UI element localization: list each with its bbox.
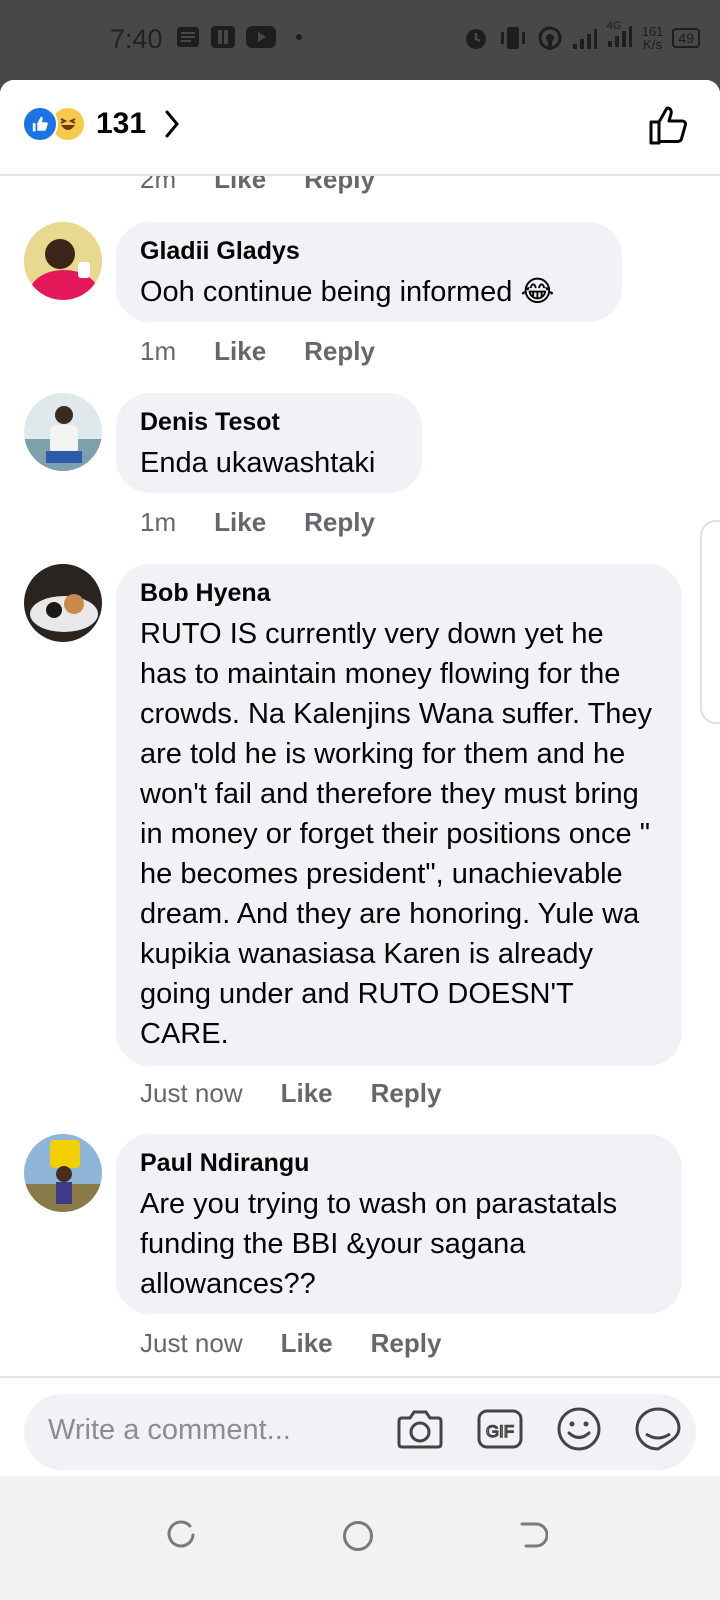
comment-list: 2m Like Reply Gladii Gladys Ooh continue…: [0, 174, 720, 1476]
comment-meta: Just now Like Reply: [140, 1078, 441, 1109]
signal-icon: [572, 28, 597, 49]
comment-time: 1m: [140, 507, 177, 537]
like-post-icon[interactable]: [648, 104, 690, 146]
like-link[interactable]: Like: [214, 507, 266, 538]
like-icon: [22, 106, 58, 142]
notification-news-icon: [177, 27, 199, 47]
network-type: 4G: [606, 20, 622, 32]
avatar[interactable]: [24, 564, 102, 642]
comment-time: 1m: [140, 336, 177, 366]
comment-bubble: Denis Tesot Enda ukawashtaki: [116, 393, 422, 493]
status-bar: 7:40 4G 161 K/s 49: [0, 0, 720, 80]
comment-time: Just now: [140, 1078, 243, 1108]
vibrate-icon: [500, 26, 525, 49]
comment-bubble: Paul Ndirangu Are you trying to wash on …: [116, 1134, 682, 1314]
comment-author[interactable]: Denis Tesot: [140, 407, 398, 437]
comment-meta: 1m Like Reply: [140, 336, 375, 367]
recents-icon[interactable]: [166, 1520, 196, 1550]
comment-author[interactable]: Gladii Gladys: [140, 236, 598, 266]
avatar[interactable]: [24, 1134, 102, 1212]
comment-meta: 1m Like Reply: [140, 507, 375, 538]
home-icon[interactable]: [342, 1520, 374, 1552]
camera-icon[interactable]: [396, 1406, 444, 1452]
comment-author[interactable]: Bob Hyena: [140, 578, 658, 608]
comment-text: Ooh continue being informed 😂: [140, 276, 555, 308]
comment-author[interactable]: Paul Ndirangu: [140, 1148, 658, 1178]
reply-link[interactable]: Reply: [371, 1078, 442, 1109]
comment-meta: Just now Like Reply: [140, 1328, 441, 1359]
alarm-icon: [465, 28, 486, 49]
net-speed: 161 K/s: [641, 23, 664, 52]
system-nav-bar: [0, 1476, 720, 1600]
youtube-icon: [246, 26, 276, 48]
back-icon[interactable]: [518, 1520, 548, 1550]
like-link[interactable]: Like: [214, 174, 266, 195]
sticker-icon[interactable]: [634, 1406, 682, 1452]
comment-composer: Write a comment... GIF: [0, 1376, 720, 1478]
chevron-right-icon: [165, 110, 180, 138]
avatar[interactable]: [24, 393, 102, 471]
comment-meta: 2m Like Reply: [140, 174, 375, 195]
more-notifications-dot: [296, 34, 302, 40]
side-panel-handle[interactable]: [700, 520, 720, 724]
comment-bubble: Gladii Gladys Ooh continue being informe…: [116, 222, 622, 322]
gif-icon[interactable]: GIF: [476, 1406, 524, 1452]
like-link[interactable]: Like: [214, 336, 266, 367]
reply-link[interactable]: Reply: [304, 507, 375, 538]
comment-text: Enda ukawashtaki: [140, 447, 376, 479]
battery-indicator: 49: [672, 27, 700, 48]
emoji-icon[interactable]: [556, 1406, 602, 1452]
comment-input-placeholder: Write a comment...: [48, 1414, 291, 1446]
comments-sheet: 131 2m Like Reply Gladii Gladys Ooh cont…: [0, 80, 720, 1600]
comment-bubble: Bob Hyena RUTO IS currently very down ye…: [116, 564, 682, 1066]
avatar[interactable]: [24, 222, 102, 300]
reply-link[interactable]: Reply: [304, 336, 375, 367]
like-link[interactable]: Like: [281, 1078, 333, 1109]
comment-text: RUTO IS currently very down yet he has t…: [140, 618, 653, 1050]
reactions-summary[interactable]: 131: [22, 106, 180, 142]
hotspot-icon: [538, 26, 562, 50]
notification-app-icon: [211, 26, 235, 48]
sheet-header: 131: [0, 80, 720, 176]
comment-text: Are you trying to wash on parastatals fu…: [140, 1188, 618, 1300]
reply-link[interactable]: Reply: [371, 1328, 442, 1359]
reaction-count: 131: [96, 107, 147, 140]
comment-time: 2m: [140, 174, 177, 194]
comment-time: Just now: [140, 1328, 243, 1358]
reply-link[interactable]: Reply: [304, 174, 375, 195]
status-time: 7:40: [110, 24, 163, 54]
svg-text:GIF: GIF: [486, 1422, 514, 1441]
comment-input[interactable]: Write a comment... GIF: [24, 1394, 696, 1470]
like-link[interactable]: Like: [281, 1328, 333, 1359]
